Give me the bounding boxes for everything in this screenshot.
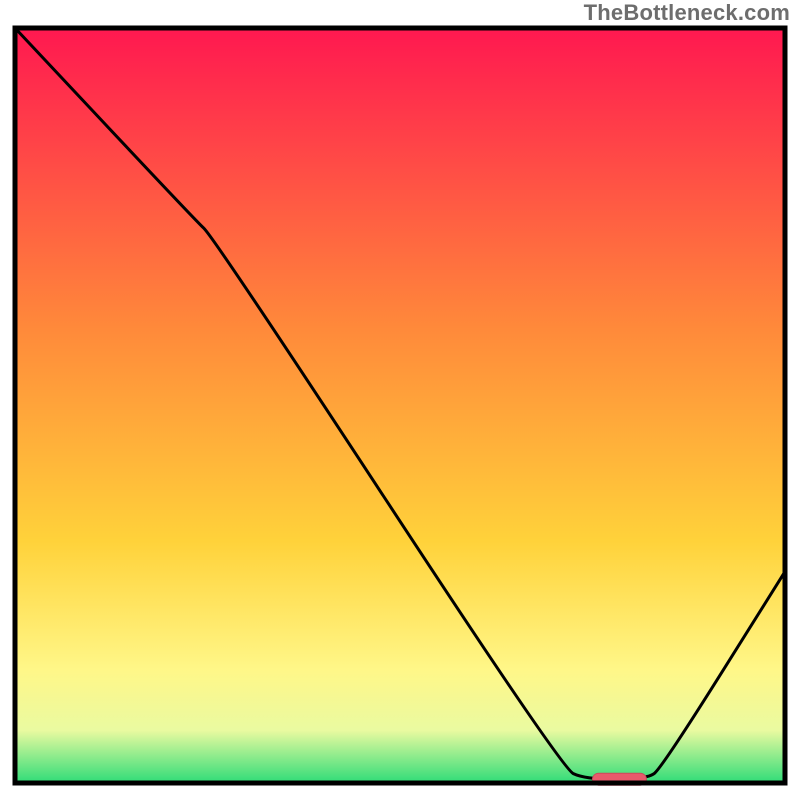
chart-stage: TheBottleneck.com [0, 0, 800, 800]
watermark-label: TheBottleneck.com [584, 0, 790, 26]
plot-area [15, 28, 785, 785]
bottleneck-chart [0, 0, 800, 800]
gradient-background [15, 28, 785, 783]
